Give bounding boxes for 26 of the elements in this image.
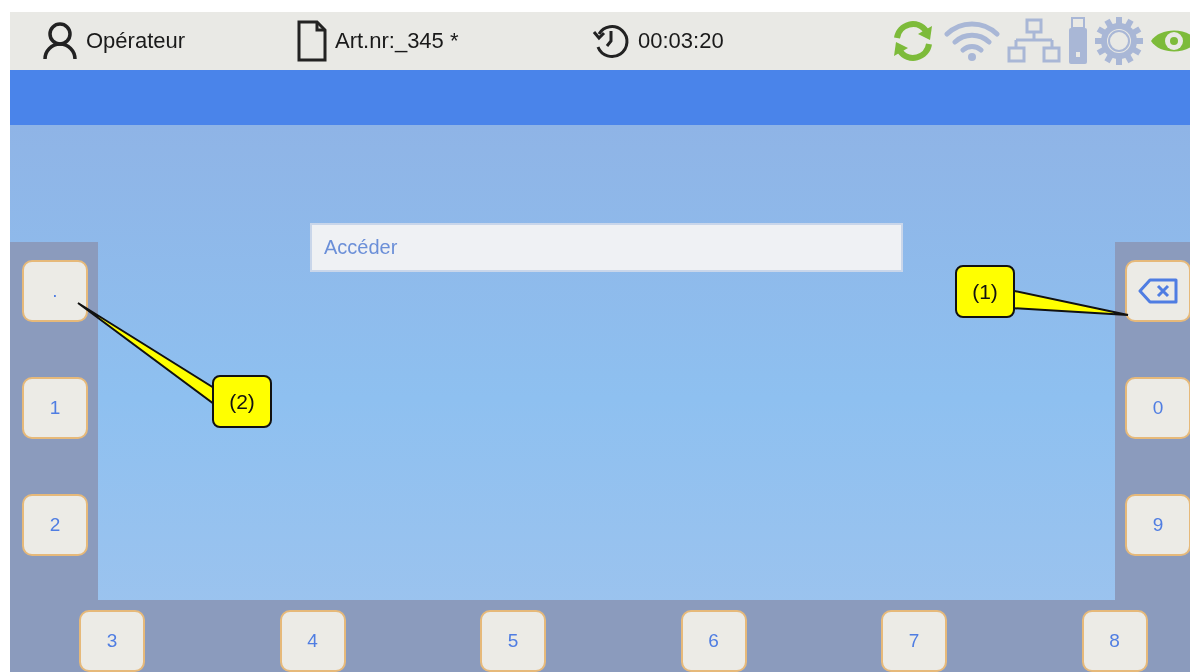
backspace-icon [1138,278,1178,304]
timer-icon [592,22,630,60]
usb-stick-icon[interactable] [1068,17,1088,65]
keypad-key[interactable]: 6 [680,610,747,672]
network-icon[interactable] [1006,18,1062,64]
keypad-key[interactable]: 2 [22,494,88,556]
keypad-key[interactable]: 3 [79,610,145,672]
keypad-key[interactable]: 8 [1081,610,1148,672]
elapsed-time: 00:03:20 [638,28,724,54]
callout-label: (2) [212,375,272,428]
input-field[interactable]: Accéder [310,223,903,272]
keypad-key[interactable]: 9 [1125,494,1190,556]
keypad-key[interactable]: . [22,260,88,322]
keypad-key[interactable]: 0 [1125,377,1190,439]
keypad-key[interactable]: 7 [881,610,947,672]
gear-icon[interactable] [1094,16,1144,66]
keypad-key[interactable]: 1 [22,377,88,439]
backspace-key[interactable] [1125,260,1190,322]
keypad-key[interactable]: 4 [279,610,346,672]
user-icon [42,22,78,60]
wifi-icon[interactable] [944,20,1000,62]
keypad-key[interactable]: 5 [480,610,546,672]
operator-label: Opérateur [86,28,186,54]
callout-label: (1) [955,265,1015,318]
article-number: Art.nr:_345 * [335,28,459,54]
document-icon [297,20,327,62]
